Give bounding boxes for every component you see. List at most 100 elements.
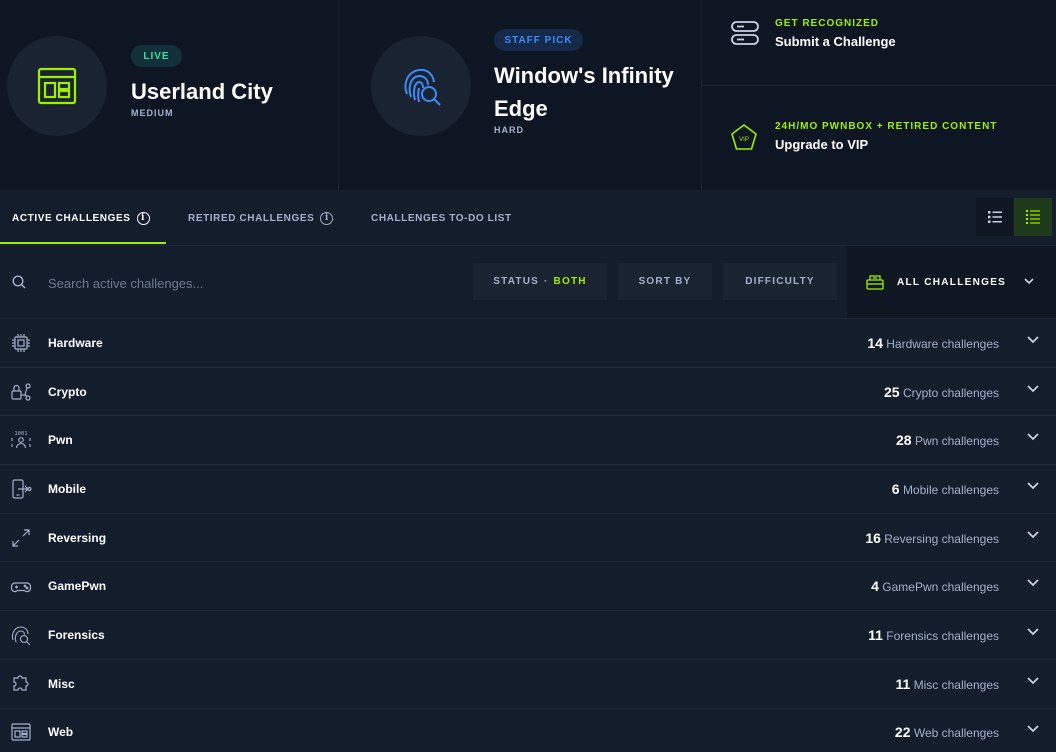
- tab-challenges-todo-list[interactable]: CHALLENGES TO-DO LIST: [371, 190, 512, 246]
- tab-label: ACTIVE CHALLENGES: [12, 212, 131, 224]
- category-count: 6 Mobile challenges: [891, 480, 999, 497]
- featured-card-icon-circle: [7, 36, 107, 136]
- featured-card-title[interactable]: Window's Infinity Edge: [494, 59, 694, 125]
- category-row-forensics[interactable]: Forensics 11 Forensics challenges: [0, 611, 1056, 660]
- web-window-icon: [37, 67, 77, 105]
- binary-person-icon: 1001: [11, 431, 31, 449]
- chevron-down-icon[interactable]: [1027, 579, 1039, 587]
- mobile-icon: [12, 479, 32, 499]
- category-row-crypto[interactable]: Crypto 25 Crypto challenges: [0, 367, 1056, 417]
- upgrade-vip-link[interactable]: Upgrade to VIP: [775, 137, 868, 152]
- category-row-gamepwn[interactable]: GamePwn 4 GamePwn challenges: [0, 562, 1056, 612]
- category-name: Pwn: [48, 433, 73, 448]
- featured-card-difficulty: MEDIUM: [131, 108, 174, 118]
- svg-text:1001: 1001: [14, 431, 27, 437]
- live-badge: LIVE: [131, 45, 182, 67]
- tab-label: CHALLENGES TO-DO LIST: [371, 212, 512, 224]
- tab-active-challenges[interactable]: ACTIVE CHALLENGES i: [12, 190, 150, 246]
- challenge-tabs: ACTIVE CHALLENGES i RETIRED CHALLENGES i…: [0, 190, 1056, 246]
- status-label: STATUS: [493, 276, 540, 287]
- chevron-down-icon[interactable]: [1027, 482, 1039, 490]
- difficulty-filter-button[interactable]: DIFFICULTY: [723, 263, 837, 300]
- all-challenges-label: ALL CHALLENGES: [897, 276, 1007, 288]
- gamepad-icon: [10, 582, 32, 593]
- staff-pick-badge: STAFF PICK: [494, 29, 583, 51]
- chip-icon: [12, 333, 30, 352]
- featured-card-windows-infinity-edge[interactable]: STAFF PICK Window's Infinity Edge HARD: [338, 0, 700, 190]
- category-row-mobile[interactable]: Mobile 6 Mobile challenges: [0, 465, 1056, 514]
- chevron-down-icon[interactable]: [1027, 725, 1039, 733]
- submit-challenge-link[interactable]: Submit a Challenge: [775, 34, 896, 49]
- category-row-misc[interactable]: Misc 11 Misc challenges: [0, 659, 1056, 709]
- category-count: 14 Hardware challenges: [867, 334, 999, 351]
- vip-pentagon-icon: VIP: [731, 124, 757, 150]
- status-value: BOTH: [553, 276, 587, 287]
- category-count: 25 Crypto challenges: [884, 383, 999, 400]
- category-name: Mobile: [48, 481, 86, 496]
- chevron-down-icon[interactable]: [1027, 336, 1039, 344]
- category-name: Hardware: [48, 335, 103, 350]
- featured-card-userland-city[interactable]: LIVE Userland City MEDIUM: [0, 0, 337, 190]
- category-count: 11 Forensics challenges: [868, 626, 999, 643]
- category-count: 28 Pwn challenges: [896, 432, 999, 449]
- category-name: Reversing: [48, 530, 107, 545]
- featured-section: LIVE Userland City MEDIUM STAFF PICK Win…: [0, 0, 1056, 190]
- sort-by-label: SORT BY: [638, 276, 692, 287]
- chevron-down-icon[interactable]: [1027, 628, 1039, 636]
- tab-label: RETIRED CHALLENGES: [188, 212, 315, 224]
- svg-text:VIP: VIP: [739, 137, 749, 143]
- category-name: Misc: [48, 676, 75, 691]
- detailed-list-icon: [1026, 210, 1040, 224]
- search-icon: [12, 275, 26, 289]
- category-count: 16 Reversing challenges: [865, 529, 999, 546]
- promo-kicker: GET RECOGNIZED: [775, 18, 880, 29]
- status-filter-button[interactable]: STATUS · BOTH: [473, 263, 607, 300]
- difficulty-label: DIFFICULTY: [745, 276, 815, 287]
- category-name: Crypto: [48, 384, 87, 399]
- detailed-list-view-button[interactable]: [1014, 198, 1052, 236]
- chevron-down-icon[interactable]: [1027, 677, 1039, 685]
- chevron-down-icon[interactable]: [1027, 530, 1039, 539]
- view-toggle: [976, 198, 1052, 236]
- info-icon[interactable]: i: [320, 211, 334, 225]
- category-row-hardware[interactable]: Hardware 14 Hardware challenges: [0, 319, 1056, 368]
- category-name: GamePwn: [48, 579, 107, 594]
- status-separator: ·: [544, 276, 549, 287]
- featured-card-difficulty: HARD: [494, 125, 524, 135]
- fingerprint-search-icon: [404, 68, 441, 106]
- chevron-down-icon[interactable]: [1027, 433, 1039, 441]
- category-list: Hardware 14 Hardware challenges Crypto 2…: [0, 319, 1056, 752]
- category-name: Forensics: [48, 627, 105, 642]
- category-name: Web: [48, 725, 74, 740]
- tab-retired-challenges[interactable]: RETIRED CHALLENGES i: [188, 190, 334, 246]
- reverse-arrows-icon: [12, 528, 30, 547]
- category-row-pwn[interactable]: 1001 Pwn 28 Pwn challenges: [0, 416, 1056, 466]
- all-challenges-dropdown[interactable]: ALL CHALLENGES: [847, 246, 1056, 318]
- crypto-lock-icon: [11, 382, 31, 401]
- submit-challenge-promo[interactable]: GET RECOGNIZED Submit a Challenge: [702, 0, 1056, 86]
- search-input[interactable]: [48, 268, 448, 298]
- info-icon[interactable]: i: [136, 211, 150, 225]
- promo-kicker: 24H/MO PWNBOX + RETIRED CONTENT: [775, 121, 998, 132]
- challenges-stack-icon: [866, 275, 884, 290]
- server-stack-icon: [731, 21, 759, 45]
- chevron-down-icon: [1024, 278, 1034, 285]
- category-row-web[interactable]: Web 22 Web challenges: [0, 708, 1056, 752]
- filter-bar: STATUS · BOTH SORT BY DIFFICULTY ALL CHA…: [0, 246, 1056, 319]
- web-window-icon: [11, 723, 31, 741]
- featured-card-icon-circle: [371, 36, 471, 136]
- promo-column: GET RECOGNIZED Submit a Challenge VIP 24…: [701, 0, 1056, 190]
- puzzle-icon: [13, 675, 29, 691]
- category-count: 22 Web challenges: [894, 724, 999, 741]
- list-view-icon: [988, 211, 1002, 223]
- category-count: 11 Misc challenges: [895, 675, 999, 692]
- forensics-icon: [11, 626, 31, 646]
- active-tab-indicator: [0, 242, 166, 244]
- upgrade-vip-promo[interactable]: VIP 24H/MO PWNBOX + RETIRED CONTENT Upgr…: [702, 87, 1056, 190]
- chevron-down-icon[interactable]: [1027, 384, 1039, 393]
- sort-by-button[interactable]: SORT BY: [618, 263, 712, 300]
- category-row-reversing[interactable]: Reversing 16 Reversing challenges: [0, 513, 1056, 563]
- category-count: 4 GamePwn challenges: [871, 578, 999, 595]
- featured-card-title[interactable]: Userland City: [131, 75, 331, 108]
- list-view-button[interactable]: [976, 198, 1014, 236]
